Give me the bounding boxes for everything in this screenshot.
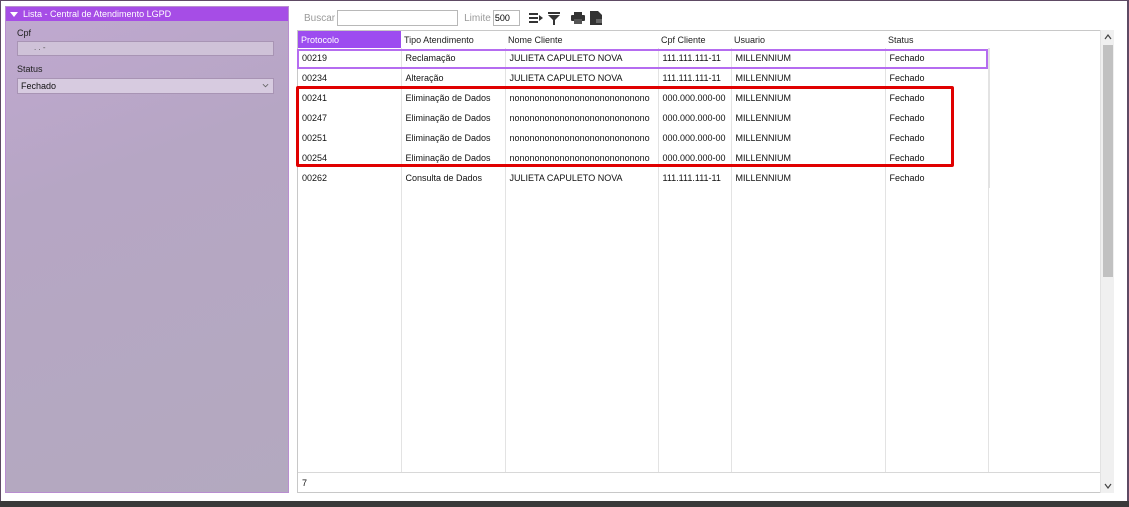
column-divider — [885, 48, 886, 472]
cell-usuario: MILLENNIUM — [731, 108, 886, 128]
cell-protocolo: 00251 — [298, 128, 402, 148]
column-header-cpf-cliente[interactable]: Cpf Cliente — [658, 31, 731, 48]
cell-tipo: Alteração — [401, 68, 506, 88]
sort-icon[interactable] — [528, 10, 544, 26]
cell-status: Fechado — [885, 108, 990, 128]
column-header-status[interactable]: Status — [885, 31, 989, 48]
cell-cpf: 000.000.000-00 — [658, 148, 732, 168]
column-divider — [658, 48, 659, 472]
scrollbar-thumb[interactable] — [1103, 45, 1113, 277]
column-divider — [731, 48, 732, 472]
status-select-value: Fechado — [21, 81, 57, 91]
scroll-down-icon[interactable] — [1101, 479, 1115, 493]
cell-cpf: 111.111.111-11 — [658, 68, 732, 88]
cell-cpf: 000.000.000-00 — [658, 88, 732, 108]
search-label: Buscar — [304, 12, 336, 24]
cell-status: Fechado — [885, 88, 990, 108]
taskbar-strip — [0, 501, 1129, 507]
cell-protocolo: 00219 — [298, 48, 402, 68]
cpf-label: Cpf — [17, 28, 32, 38]
cell-usuario: MILLENNIUM — [731, 88, 886, 108]
cell-protocolo: 00234 — [298, 68, 402, 88]
cell-status: Fechado — [885, 68, 990, 88]
cell-cpf: 000.000.000-00 — [658, 108, 732, 128]
column-header-usuario[interactable]: Usuario — [731, 31, 885, 48]
cell-nome: JULIETA CAPULETO NOVA — [505, 168, 659, 188]
cell-usuario: MILLENNIUM — [731, 128, 886, 148]
cell-nome: JULIETA CAPULETO NOVA — [505, 48, 659, 68]
cell-tipo: Consulta de Dados — [401, 168, 506, 188]
column-header-tipo-atendimento[interactable]: Tipo Atendimento — [401, 31, 505, 48]
cell-status: Fechado — [885, 128, 990, 148]
cell-nome: nononononononononononononono — [505, 108, 659, 128]
cell-cpf: 000.000.000-00 — [658, 128, 732, 148]
record-count: 7 — [298, 472, 1113, 492]
header-row: Protocolo Tipo Atendimento Nome Cliente … — [298, 31, 989, 48]
status-label: Status — [17, 64, 43, 74]
vertical-scrollbar[interactable] — [1100, 30, 1114, 493]
cell-protocolo: 00262 — [298, 168, 402, 188]
cell-status: Fechado — [885, 48, 990, 68]
cell-tipo: Reclamação — [401, 48, 506, 68]
cell-usuario: MILLENNIUM — [731, 148, 886, 168]
cell-tipo: Eliminação de Dados — [401, 108, 506, 128]
search-input[interactable] — [337, 10, 459, 26]
collapse-triangle-icon[interactable] — [10, 11, 18, 17]
cell-tipo: Eliminação de Dados — [401, 128, 506, 148]
cell-cpf: 111.111.111-11 — [658, 168, 732, 188]
limit-input[interactable] — [492, 10, 520, 26]
chevron-down-icon[interactable] — [262, 82, 269, 89]
limit-label: Limite — [464, 12, 491, 24]
cell-nome: nononononononononononononono — [505, 88, 659, 108]
cell-protocolo: 00254 — [298, 148, 402, 168]
panel-title: Lista - Central de Atendimento LGPD — [23, 9, 172, 19]
panel-header[interactable]: Lista - Central de Atendimento LGPD — [6, 7, 288, 21]
cell-status: Fechado — [885, 148, 990, 168]
filter-panel: Lista - Central de Atendimento LGPD Cpf … — [5, 6, 289, 493]
cell-usuario: MILLENNIUM — [731, 68, 886, 88]
column-divider — [988, 48, 989, 472]
column-header-protocolo[interactable]: Protocolo — [298, 31, 401, 48]
column-divider — [505, 48, 506, 472]
status-select[interactable]: Fechado — [17, 78, 274, 94]
results-grid: Protocolo Tipo Atendimento Nome Cliente … — [297, 30, 1114, 493]
cell-tipo: Eliminação de Dados — [401, 88, 506, 108]
print-icon[interactable] — [570, 10, 586, 26]
cell-protocolo: 00247 — [298, 108, 402, 128]
cpf-input[interactable]: . . - — [17, 41, 274, 56]
cell-nome: JULIETA CAPULETO NOVA — [505, 68, 659, 88]
column-divider — [401, 48, 402, 472]
cell-protocolo: 00241 — [298, 88, 402, 108]
cell-cpf: 111.111.111-11 — [658, 48, 732, 68]
filter-icon[interactable] — [546, 10, 562, 26]
cell-nome: nononononononononononononono — [505, 148, 659, 168]
cell-usuario: MILLENNIUM — [731, 48, 886, 68]
cell-nome: nononononononononononononono — [505, 128, 659, 148]
scroll-up-icon[interactable] — [1101, 30, 1115, 44]
export-icon[interactable] — [588, 10, 604, 26]
cell-status: Fechado — [885, 168, 990, 188]
cell-tipo: Eliminação de Dados — [401, 148, 506, 168]
column-header-nome-cliente[interactable]: Nome Cliente — [505, 31, 658, 48]
grid-toolbar: Buscar Limite — [298, 7, 606, 29]
cell-usuario: MILLENNIUM — [731, 168, 886, 188]
